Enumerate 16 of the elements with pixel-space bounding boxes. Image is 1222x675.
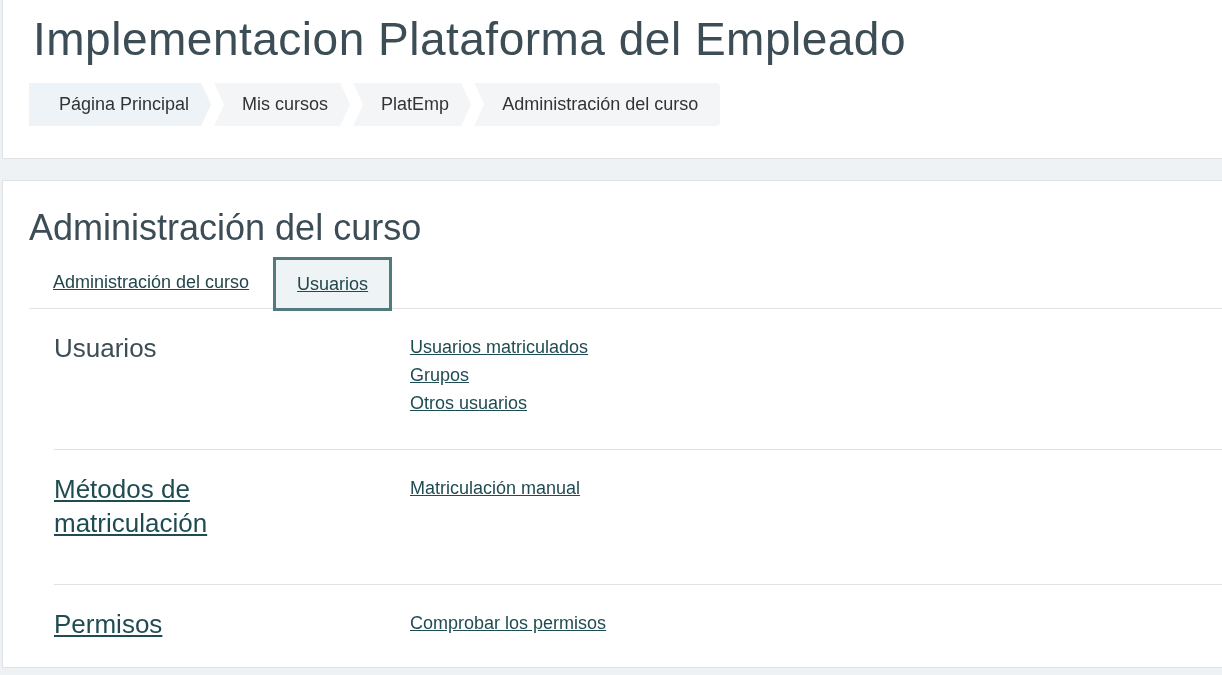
breadcrumb-link[interactable]: Mis cursos [214, 83, 351, 126]
tab[interactable]: Usuarios [273, 257, 393, 311]
admin-link[interactable]: Matriculación manual [410, 474, 581, 502]
admin-link[interactable]: Grupos [410, 361, 470, 389]
category-title: Usuarios [54, 332, 158, 365]
admin-link[interactable]: Comprobar los permisos [410, 609, 607, 637]
admin-link[interactable]: Otros usuarios [410, 389, 528, 417]
breadcrumb-link[interactable]: Página Principal [29, 83, 212, 126]
page-title: Implementacion Plataforma del Empleado [33, 12, 907, 66]
section-heading: Administración del curso [29, 207, 423, 249]
category-link[interactable]: Permisos [54, 607, 294, 641]
admin-link[interactable]: Usuarios matriculados [410, 333, 589, 361]
breadcrumb-current: Administración del curso [474, 83, 721, 126]
category-link[interactable]: Métodos de matriculación [54, 472, 294, 540]
breadcrumb-link[interactable]: PlatEmp [353, 83, 472, 126]
tab[interactable]: Administración del curso [29, 257, 274, 308]
